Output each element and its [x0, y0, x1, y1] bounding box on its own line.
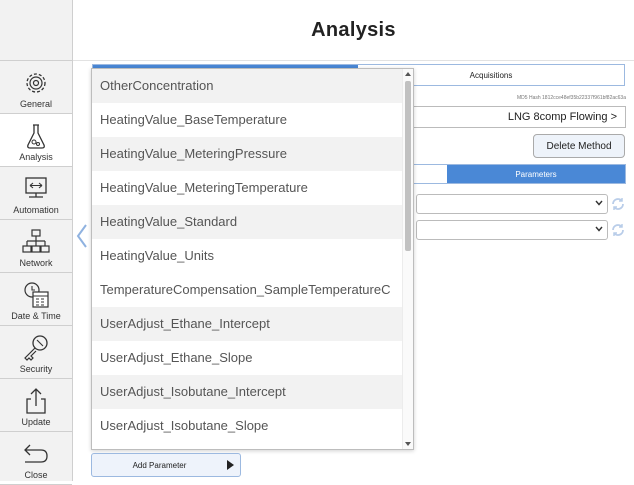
dropdown-option[interactable]: UserAdjust_Ethane_Slope — [92, 341, 404, 375]
dropdown-option[interactable]: HeatingValue_MeteringPressure — [92, 137, 404, 171]
sidebar-label-date-time: Date & Time — [11, 311, 61, 321]
refresh-icon[interactable] — [610, 196, 626, 212]
sidebar-item-network[interactable]: Network — [0, 220, 72, 273]
dropdown-option[interactable]: HeatingValue_Standard — [92, 205, 404, 239]
add-parameter-button[interactable]: Add Parameter — [91, 453, 241, 477]
scroll-up-arrow-icon[interactable] — [405, 72, 411, 76]
add-parameter-label: Add Parameter — [132, 460, 187, 470]
sidebar-item-update[interactable]: Update — [0, 379, 72, 432]
dropdown-scrollbar[interactable] — [402, 69, 413, 449]
play-triangle-icon — [227, 460, 234, 470]
chevron-down-icon — [595, 226, 603, 232]
sidebar-item-close[interactable]: Close — [0, 432, 72, 485]
page-title: Analysis — [311, 18, 396, 41]
sidebar-label-close: Close — [24, 470, 48, 480]
sidebar-label-network: Network — [19, 258, 53, 268]
scrollbar-thumb[interactable] — [405, 81, 411, 251]
chevron-left-icon[interactable] — [75, 223, 89, 249]
refresh-icon[interactable] — [610, 222, 626, 238]
gear-icon — [26, 73, 46, 93]
close-arrow-icon — [24, 444, 48, 463]
dropdown-option[interactable]: HeatingValue_Units — [92, 239, 404, 273]
flask-icon — [27, 124, 45, 149]
chevron-down-icon — [595, 200, 603, 206]
sidebar-item-analysis[interactable]: Analysis — [0, 114, 72, 167]
sidebar-label-automation: Automation — [13, 205, 59, 215]
dropdown-option[interactable]: OtherConcentration — [92, 69, 404, 103]
sidebar-label-security: Security — [19, 364, 53, 374]
dropdown-option[interactable]: TemperatureCompensation_SampleTemperatur… — [92, 273, 404, 307]
network-icon — [22, 229, 50, 253]
dropdown-option[interactable]: HeatingValue_BaseTemperature — [92, 103, 404, 137]
title-bar: Analysis — [73, 0, 634, 61]
sidebar-label-update: Update — [21, 417, 51, 427]
parameter-dropdown-list: OtherConcentration HeatingValue_BaseTemp… — [92, 69, 404, 443]
parameter-select-2[interactable] — [416, 220, 608, 240]
sidebar-item-automation[interactable]: Automation — [0, 167, 72, 220]
dropdown-option[interactable]: UserAdjust_Isobutane_Slope — [92, 409, 404, 443]
key-icon — [24, 335, 48, 361]
scroll-down-arrow-icon[interactable] — [405, 442, 411, 446]
sidebar-top — [0, 0, 72, 61]
upload-icon — [26, 388, 46, 414]
dropdown-option[interactable]: UserAdjust_Ethane_Intercept — [92, 307, 404, 341]
sidebar-label-analysis: Analysis — [19, 152, 53, 162]
md5-hash: MD5 Hash 1812cce48ef35b22337f961bf82ac63… — [517, 95, 626, 101]
parameter-select-1[interactable] — [416, 194, 608, 214]
sidebar-item-general[interactable]: General — [0, 61, 72, 114]
dropdown-option[interactable]: HeatingValue_MeteringTemperature — [92, 171, 404, 205]
sidebar: General Analysis Automation Network Date… — [0, 0, 73, 485]
delete-method-button[interactable]: Delete Method — [533, 134, 625, 158]
calendar-clock-icon — [24, 282, 49, 308]
tab-parameters[interactable]: Parameters — [447, 165, 625, 183]
sidebar-item-security[interactable]: Security — [0, 326, 72, 379]
sidebar-label-general: General — [19, 99, 53, 109]
dropdown-option[interactable]: UserAdjust_Isobutane_Intercept — [92, 375, 404, 409]
sidebar-item-date-time[interactable]: Date & Time — [0, 273, 72, 326]
parameter-dropdown[interactable]: OtherConcentration HeatingValue_BaseTemp… — [91, 68, 414, 450]
automation-icon — [25, 177, 47, 198]
